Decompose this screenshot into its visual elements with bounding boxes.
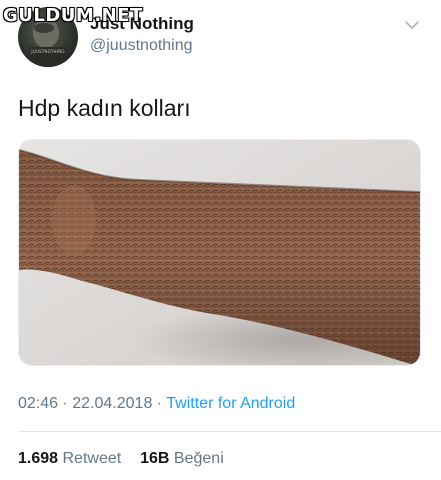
tweet-timestamp: 02:46 · 22.04.2018 · Twitter for Android [18, 395, 295, 413]
user-handle[interactable]: @juustnothing [90, 37, 193, 55]
retweet-count[interactable]: 1.698 [18, 450, 58, 467]
retweet-label[interactable]: Retweet [63, 450, 122, 467]
chevron-down-icon[interactable] [404, 18, 420, 30]
separator: · [58, 395, 73, 412]
watermark-logo: GULDUM.NET [3, 5, 143, 26]
like-label[interactable]: Beğeni [174, 450, 224, 467]
tweet-time[interactable]: 02:46 [18, 395, 58, 412]
avatar-caption: JUUSTNOTHING [31, 49, 65, 54]
like-count[interactable]: 16B [140, 450, 169, 467]
tweet-stats: 1.698 Retweet 16B Beğeni [18, 450, 224, 468]
tweet-photo[interactable] [18, 139, 421, 366]
tweet-date[interactable]: 22.04.2018 [72, 395, 152, 412]
separator: · [152, 395, 167, 412]
divider [18, 431, 441, 432]
tweet-text: Hdp kadın kolları [18, 95, 191, 121]
tweet-source-link[interactable]: Twitter for Android [166, 395, 295, 412]
